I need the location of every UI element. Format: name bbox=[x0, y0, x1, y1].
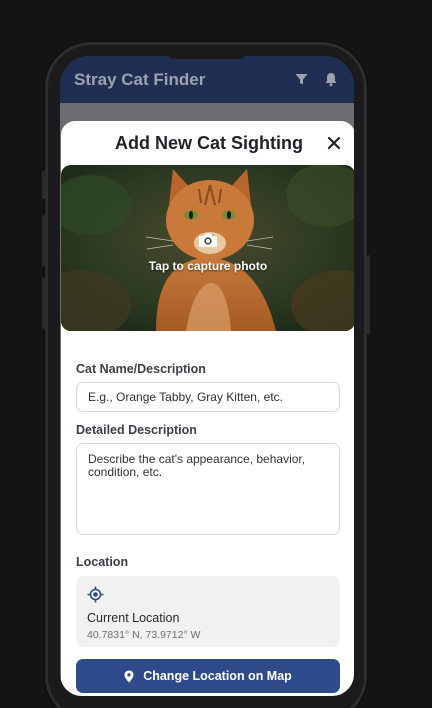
location-card: Current Location 40.7831° N, 73.9712° W bbox=[76, 576, 340, 647]
add-sighting-modal: Add New Cat Sighting Tap to capture phot… bbox=[61, 121, 354, 696]
location-target-icon bbox=[87, 586, 104, 607]
map-pin-icon bbox=[124, 670, 134, 683]
phone-screen: Stray Cat Finder Add New Cat Sighting Ta… bbox=[60, 56, 354, 696]
description-textarea[interactable] bbox=[76, 443, 340, 535]
phone-notch bbox=[168, 56, 246, 59]
modal-title: Add New Cat Sighting bbox=[115, 132, 303, 153]
change-location-button[interactable]: Change Location on Map bbox=[76, 659, 340, 693]
location-coordinates: 40.7831° N, 73.9712° W bbox=[87, 629, 201, 641]
location-label: Location bbox=[76, 555, 129, 569]
photo-overlay[interactable]: Tap to capture photo bbox=[61, 165, 354, 331]
description-label: Detailed Description bbox=[76, 423, 197, 437]
location-name: Current Location bbox=[87, 611, 180, 625]
phone-volume-up-button bbox=[42, 215, 45, 267]
app-header: Stray Cat Finder bbox=[60, 56, 354, 103]
photo-capture-area[interactable]: Tap to capture photo bbox=[61, 165, 354, 331]
modal-header: Add New Cat Sighting bbox=[61, 121, 354, 165]
phone-frame: Stray Cat Finder Add New Cat Sighting Ta… bbox=[42, 42, 370, 708]
camera-icon[interactable] bbox=[197, 231, 219, 249]
cat-name-input[interactable] bbox=[76, 382, 340, 412]
phone-volume-down-button bbox=[42, 277, 45, 329]
app-title: Stray Cat Finder bbox=[74, 69, 206, 89]
photo-capture-label[interactable]: Tap to capture photo bbox=[149, 259, 267, 273]
sighting-form: Cat Name/Description Detailed Descriptio… bbox=[61, 362, 354, 693]
bell-icon[interactable] bbox=[322, 71, 340, 89]
cat-name-label: Cat Name/Description bbox=[76, 362, 206, 376]
filter-icon[interactable] bbox=[292, 71, 310, 89]
phone-power-button bbox=[367, 255, 370, 335]
phone-side-button bbox=[42, 171, 45, 199]
change-location-label: Change Location on Map bbox=[143, 669, 292, 683]
close-icon[interactable] bbox=[325, 134, 343, 152]
